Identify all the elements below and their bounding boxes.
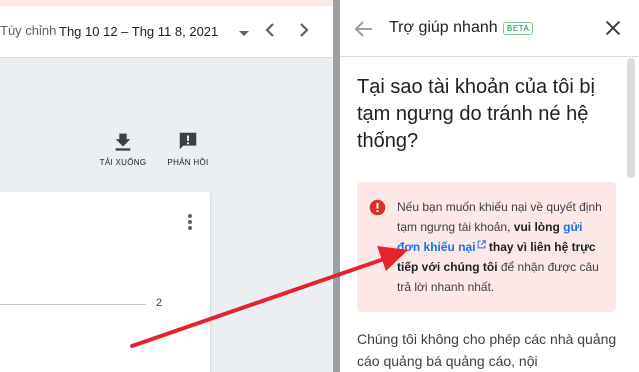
more-options-button[interactable]: [183, 212, 197, 234]
previous-period-button[interactable]: [258, 18, 282, 44]
more-vert-icon: [188, 214, 192, 218]
next-period-button[interactable]: [292, 18, 316, 44]
panel-header: Trợ giúp nhanh BETA: [340, 0, 639, 57]
external-link-icon: [477, 240, 486, 249]
arrow-left-icon: [354, 21, 372, 37]
download-label: TẢI XUỐNG: [99, 158, 147, 167]
axis-tick-label: 2: [156, 297, 163, 309]
feedback-label: PHẢN HỒI: [167, 158, 209, 167]
more-vert-icon-dot: [188, 226, 192, 230]
date-range-select[interactable]: Thg 10 12 – Thg 11 8, 2021: [56, 14, 256, 48]
more-vert-icon-dot: [188, 220, 192, 224]
error-circle-icon: [369, 199, 386, 216]
scrollbar-thumb[interactable]: [627, 58, 635, 178]
report-header-gap: [0, 59, 333, 103]
callout-text: Nếu bạn muốn khiếu nại về quyết định tạm…: [397, 197, 607, 297]
chart-card: 2: [0, 192, 210, 372]
panel-title: Trợ giúp nhanh: [389, 19, 498, 36]
range-type-label: Tùy chỉnh: [0, 23, 57, 38]
quick-help-panel: Trợ giúp nhanh BETA Tại sao tài khoản củ…: [340, 0, 639, 372]
panel-divider[interactable]: [333, 0, 340, 372]
appeal-callout: Nếu bạn muốn khiếu nại về quyết định tạm…: [357, 182, 616, 312]
download-icon: [115, 133, 131, 151]
download-button[interactable]: TẢI XUỐNG: [93, 130, 153, 167]
chevron-left-icon: [265, 23, 274, 37]
feedback-icon: [179, 132, 197, 150]
chart-gridline: [0, 304, 146, 305]
article-body-text: Chúng tôi không cho phép các nhà quảng c…: [357, 331, 617, 369]
chevron-right-icon: [300, 23, 309, 37]
article-title: Tại sao tài khoản của tôi bị tạm ngưng d…: [357, 76, 595, 152]
close-button[interactable]: [602, 17, 624, 39]
feedback-button[interactable]: PHẢN HỒI: [158, 130, 218, 167]
dropdown-caret-icon: [239, 31, 249, 36]
back-button[interactable]: [352, 17, 376, 41]
report-area: Tùy chỉnh Thg 10 12 – Thg 11 8, 2021 TẢI…: [0, 0, 333, 372]
callout-bold-please: vui lòng: [513, 220, 560, 234]
close-icon: [605, 20, 621, 36]
date-range-value: Thg 10 12 – Thg 11 8, 2021: [59, 24, 219, 39]
beta-badge: BETA: [503, 22, 534, 35]
date-toolbar: Tùy chỉnh Thg 10 12 – Thg 11 8, 2021: [0, 6, 333, 58]
